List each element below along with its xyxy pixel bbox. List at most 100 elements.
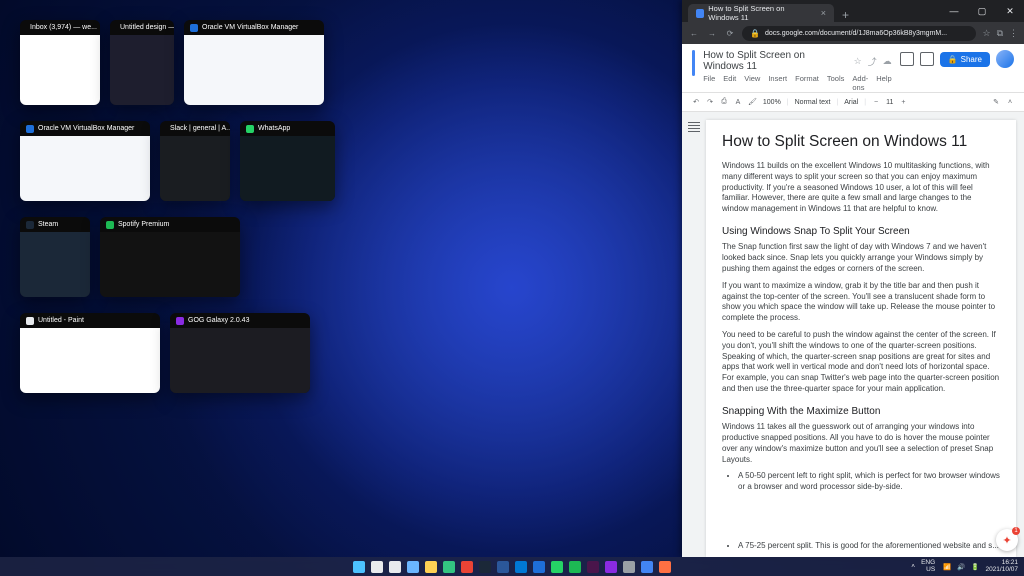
app-icon (26, 221, 34, 229)
task-view-thumbnail[interactable]: Untitled - Paint (20, 313, 160, 393)
taskbar-docs-icon[interactable] (641, 561, 653, 573)
task-view-card-preview (20, 35, 100, 105)
present-button[interactable] (920, 52, 934, 66)
task-view-card-title: Oracle VM VirtualBox Manager (202, 24, 298, 31)
taskbar-store-icon[interactable] (515, 561, 527, 573)
toolbar-collapse-icon[interactable]: ˄ (1006, 99, 1014, 106)
task-view-card-preview (100, 232, 240, 297)
nav-forward-button[interactable]: → (706, 29, 718, 38)
nav-back-button[interactable]: ← (688, 29, 700, 38)
paint-format-button[interactable]: 🖌 (748, 98, 757, 106)
url-text: docs.google.com/document/d/1J8ma6Op36kB8… (765, 30, 947, 37)
docs-menu-format[interactable]: Format (795, 74, 819, 92)
volume-icon[interactable]: 🔊 (957, 563, 965, 571)
tab-title: How to Split Screen on Windows 11 (708, 4, 817, 22)
battery-icon[interactable]: 🔋 (971, 563, 979, 571)
window-minimize-button[interactable]: — (940, 0, 968, 22)
font-size-field[interactable]: 11 (886, 99, 893, 106)
doc-paragraph: If you want to maximize a window, grab i… (722, 281, 1000, 324)
task-view-card-preview (184, 35, 324, 105)
docs-menu-edit[interactable]: Edit (723, 74, 736, 92)
taskbar-start-icon[interactable] (353, 561, 365, 573)
share-button[interactable]: 🔒 Share (940, 52, 990, 67)
taskbar-word-icon[interactable] (497, 561, 509, 573)
task-view-thumbnail[interactable]: Untitled design — ... (110, 20, 174, 105)
wifi-icon[interactable]: 📶 (943, 563, 951, 571)
omnibox[interactable]: 🔒 docs.google.com/document/d/1J8ma6Op36k… (742, 26, 976, 41)
task-view-card-preview (20, 232, 90, 297)
clock-date[interactable]: 2021/10/07 (985, 567, 1018, 574)
font-size-inc[interactable]: + (899, 99, 907, 106)
taskbar-whatsapp-icon[interactable] (551, 561, 563, 573)
docs-menu-file[interactable]: File (703, 74, 715, 92)
tray-overflow-chevron-icon[interactable]: ˄ (911, 563, 915, 570)
spellcheck-button[interactable]: A (734, 99, 742, 106)
docs-document-title[interactable]: How to Split Screen on Windows 11 (703, 50, 847, 72)
taskbar-explorer-icon[interactable] (425, 561, 437, 573)
tab-close-icon[interactable]: × (821, 8, 826, 18)
account-avatar[interactable] (996, 50, 1014, 68)
task-view-card-title: Slack | general | A... (170, 125, 230, 132)
task-view-thumbnail[interactable]: Steam (20, 217, 90, 297)
task-view-card-preview (20, 136, 150, 201)
taskbar-chrome-icon[interactable] (461, 561, 473, 573)
doc-list-item: A 75-25 percent split. This is good for … (738, 541, 1000, 552)
task-view-thumbnail[interactable]: Slack | general | A... (160, 121, 230, 201)
bookmark-star-icon[interactable]: ☆ (982, 28, 990, 39)
move-icon[interactable]: ⤴ (868, 55, 877, 68)
comment-history-button[interactable] (900, 52, 914, 66)
print-button[interactable]: ⎙ (720, 98, 728, 106)
task-view-thumbnail[interactable]: GOG Galaxy 2.0.43 (170, 313, 310, 393)
taskbar-edge-icon[interactable] (443, 561, 455, 573)
window-close-button[interactable]: ✕ (996, 0, 1024, 22)
docs-menu-help[interactable]: Help (876, 74, 891, 92)
task-view: Inbox (3,974) — we... Untitled design — .… (0, 0, 682, 557)
nav-reload-button[interactable]: ⟳ (724, 29, 736, 38)
undo-button[interactable]: ↶ (692, 98, 700, 106)
redo-button[interactable]: ↷ (706, 98, 714, 106)
docs-logo-icon[interactable] (692, 50, 695, 76)
font-size-dec[interactable]: − (872, 99, 880, 106)
cloud-status-icon: ☁ (883, 56, 892, 67)
style-select[interactable]: Normal text (795, 99, 831, 106)
docs-menu-view[interactable]: View (744, 74, 760, 92)
task-view-thumbnail[interactable]: Spotify Premium (100, 217, 240, 297)
star-icon[interactable]: ☆ (854, 56, 862, 67)
taskbar-slack-icon[interactable] (587, 561, 599, 573)
outline-toggle-icon[interactable] (688, 122, 700, 132)
docs-menu-add-ons[interactable]: Add-ons (852, 74, 868, 92)
taskbar-photos-icon[interactable] (659, 561, 671, 573)
browser-menu-icon[interactable]: ⋮ (1009, 28, 1018, 39)
explore-button[interactable]: ✦ 1 (996, 529, 1018, 551)
new-tab-button[interactable]: + (834, 8, 857, 22)
task-view-thumbnail[interactable]: Inbox (3,974) — we... (20, 20, 100, 105)
extensions-icon[interactable]: ⧉ (997, 28, 1003, 39)
lock-icon: 🔒 (750, 29, 760, 38)
window-maximize-button[interactable]: ▢ (968, 0, 996, 22)
app-icon (26, 317, 34, 325)
taskbar-taskview-icon[interactable] (389, 561, 401, 573)
app-icon (106, 221, 114, 229)
taskbar-search-icon[interactable] (371, 561, 383, 573)
explore-badge: 1 (1012, 527, 1020, 535)
task-view-card-title: Spotify Premium (118, 221, 169, 228)
task-view-card-title: Inbox (3,974) — we... (30, 24, 97, 31)
document-page[interactable]: How to Split Screen on Windows 11 Window… (706, 120, 1016, 557)
taskbar-widgets-icon[interactable] (407, 561, 419, 573)
zoom-select[interactable]: 100% (763, 99, 781, 106)
task-view-thumbnail[interactable]: WhatsApp (240, 121, 335, 201)
docs-menu-tools[interactable]: Tools (827, 74, 845, 92)
doc-paragraph: Windows 11 builds on the excellent Windo… (722, 161, 1000, 215)
task-view-thumbnail[interactable]: Oracle VM VirtualBox Manager (20, 121, 150, 201)
taskbar-gog-icon[interactable] (605, 561, 617, 573)
taskbar-vbox-icon[interactable] (533, 561, 545, 573)
taskbar-spotify-icon[interactable] (569, 561, 581, 573)
font-select[interactable]: Arial (844, 99, 858, 106)
docs-menu-insert[interactable]: Insert (768, 74, 787, 92)
taskbar-steam-icon[interactable] (479, 561, 491, 573)
taskbar-settings-icon[interactable] (623, 561, 635, 573)
editing-mode-button[interactable]: ✎ (992, 98, 1000, 106)
docs-toolbar: ↶ ↷ ⎙ A 🖌 100% | Normal text | Arial | −… (682, 93, 1024, 112)
task-view-thumbnail[interactable]: Oracle VM VirtualBox Manager (184, 20, 324, 105)
browser-tab-active[interactable]: How to Split Screen on Windows 11 × (688, 4, 834, 22)
